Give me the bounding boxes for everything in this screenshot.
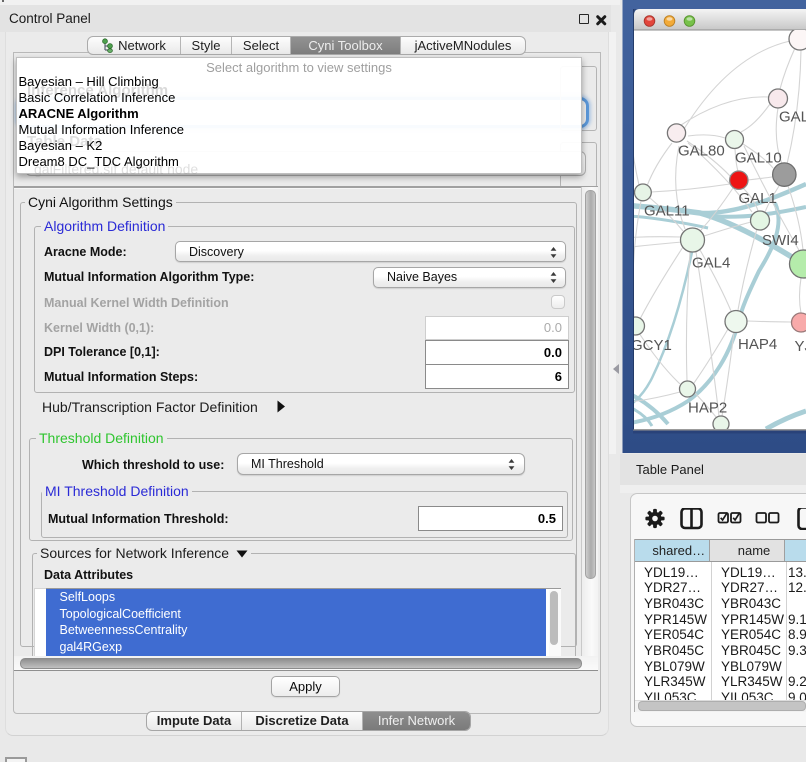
svg-text:GAL4: GAL4	[692, 255, 730, 272]
svg-text:GAL80: GAL80	[678, 143, 725, 160]
svg-text:HAP4: HAP4	[738, 336, 777, 353]
svg-text:SWI4: SWI4	[762, 232, 799, 249]
svg-text:GCY1: GCY1	[631, 337, 672, 354]
svg-text:GAL1: GAL1	[739, 190, 777, 207]
svg-text:GAL11: GAL11	[644, 202, 690, 219]
svg-text:HAP2: HAP2	[688, 399, 727, 416]
svg-text:YJ: YJ	[795, 338, 806, 355]
svg-text:GAL10: GAL10	[735, 149, 782, 166]
svg-text:GAL7: GAL7	[779, 109, 806, 126]
